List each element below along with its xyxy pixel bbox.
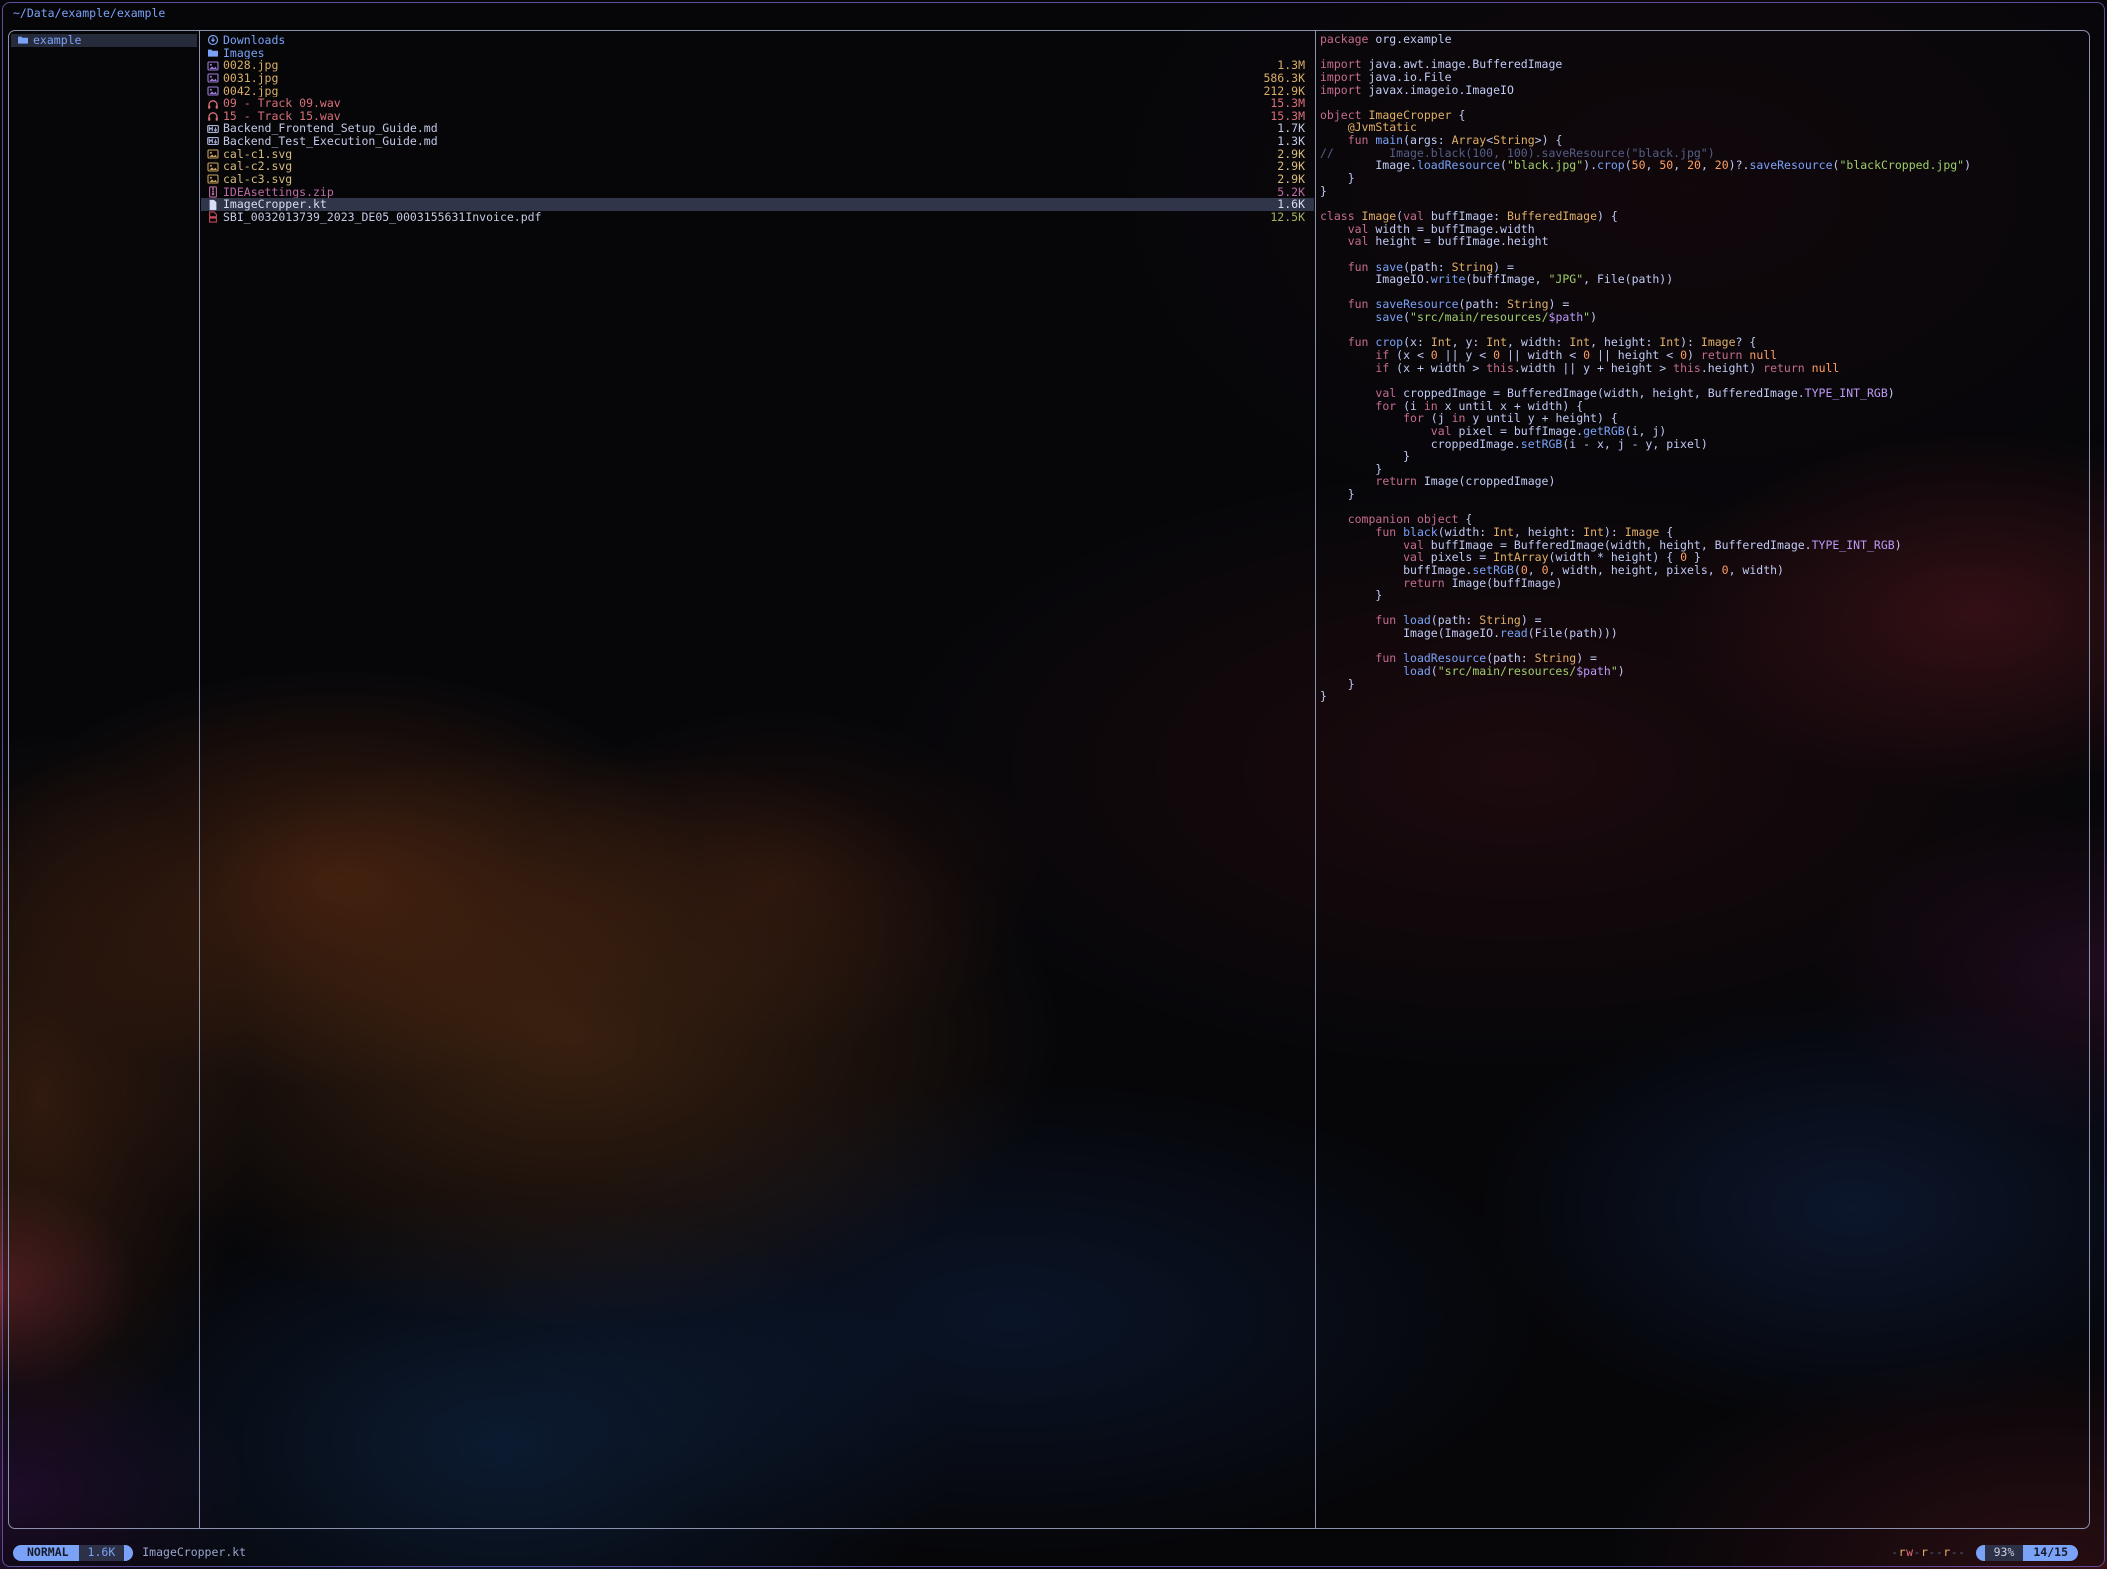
file-row[interactable]: Backend_Test_Execution_Guide.md 1.3K [201,135,1314,148]
audio-icon [207,98,219,110]
breadcrumb-path: ~/Data/example/example [13,7,165,20]
code-line: } [1320,678,2083,691]
file-size: 586.3K [1263,72,1305,85]
pill-cap-icon [124,1545,133,1561]
folder-icon [207,47,219,59]
file-row[interactable]: 15 - Track 15.wav15.3M [201,110,1314,123]
code-line: } [1320,488,2083,501]
markdown-icon [207,123,219,135]
file-size: 1.3K [1277,135,1305,148]
scroll-percent: 93% [1985,1545,2024,1561]
code-line: } [1320,690,2083,703]
file-icon [207,199,219,211]
code-line: ImageIO.write(buffImage, "JPG", File(pat… [1320,273,2083,286]
code-line: package org.example [1320,33,2083,46]
archive-icon [207,186,219,198]
code-line: } [1320,172,2083,185]
code-line: save("src/main/resources/$path") [1320,311,2083,324]
pane-separator-right [1315,31,1316,1528]
code-line: return Image(croppedImage) [1320,475,2083,488]
file-name: cal-c1.svg [223,148,292,161]
file-row[interactable]: 0031.jpg 586.3K [201,72,1314,85]
file-name: 0042.jpg [223,85,278,98]
image-icon [207,161,219,173]
current-filename: ImageCropper.kt [142,1546,246,1559]
file-row[interactable]: Downloads [201,34,1314,47]
code-line: Image.loadResource("black.jpg").crop(50,… [1320,159,2083,172]
code-line: croppedImage.setRGB(i - x, j - y, pixel) [1320,438,2083,451]
code-line: val height = buffImage.height [1320,235,2083,248]
file-name: Images [223,47,265,60]
file-row[interactable]: Backend_Frontend_Setup_Guide.md1.7K [201,122,1314,135]
code-line: load("src/main/resources/$path") [1320,665,2083,678]
file-name: SBI_0032013739_2023_DE05_0003155631Invoi… [223,211,542,224]
file-name: IDEAsettings.zip [223,186,334,199]
screen: ~/Data/example/example example Downloads… [0,0,2107,1569]
code-line: } [1320,450,2083,463]
status-bar: NORMAL 1.6K ImageCropper.kt -rw-r--r-- 9… [13,1544,2078,1561]
mode-indicator: NORMAL [13,1545,79,1561]
code-line: return Image(buffImage) [1320,577,2083,590]
file-list-pane: DownloadsImages0028.jpg1.3M0031.jpg 586.3… [201,34,1314,224]
file-row[interactable]: cal-c2.svg2.9K [201,160,1314,173]
download-icon [207,34,219,46]
pane-separator-left [199,31,200,1528]
image-icon [207,173,219,185]
file-name: Backend_Test_Execution_Guide.md [223,135,438,148]
file-row[interactable]: example [11,34,197,47]
terminal-window: ~/Data/example/example example Downloads… [2,2,2105,1567]
image-icon [207,72,219,84]
code-line: if (x + width > this.width || y + height… [1320,362,2083,375]
file-name: 0031.jpg [223,72,278,85]
cursor-position: 14/15 [2023,1545,2078,1561]
file-name: cal-c3.svg [223,173,292,186]
file-size: 12.5K [1270,211,1305,224]
file-row[interactable]: 09 - Track 09.wav 15.3M [201,97,1314,110]
image-icon [207,85,219,97]
file-row[interactable]: 0042.jpg212.9K [201,85,1314,98]
file-name: 15 - Track 15.wav [223,110,341,123]
status-left: NORMAL 1.6K ImageCropper.kt [13,1545,246,1561]
file-name: 09 - Track 09.wav [223,97,341,110]
folder-icon [17,34,29,46]
file-name: Downloads [223,34,285,47]
image-icon [207,60,219,72]
code-line: } [1320,589,2083,602]
audio-icon [207,110,219,122]
pill-cap-icon [1976,1545,1985,1561]
file-row[interactable]: SBI_0032013739_2023_DE05_0003155631Invoi… [201,211,1314,224]
status-right: -rw-r--r-- 93% 14/15 [1891,1545,2078,1561]
file-name: cal-c2.svg [223,160,292,173]
file-name: Backend_Frontend_Setup_Guide.md [223,122,438,135]
permissions-text: -rw-r--r-- [1891,1546,1965,1559]
code-line: import javax.imageio.ImageIO [1320,84,2083,97]
code-line: object ImageCropper { [1320,109,2083,122]
file-name: ImageCropper.kt [223,198,327,211]
image-icon [207,148,219,160]
code-preview-pane: package org.example import java.awt.imag… [1320,33,2083,703]
file-row[interactable]: Images [201,47,1314,60]
file-row[interactable]: cal-c3.svg 2.9K [201,173,1314,186]
file-name: example [33,34,81,47]
parent-directory-pane: example [11,34,197,47]
file-row[interactable]: cal-c1.svg2.9K [201,148,1314,161]
code-line: } [1320,185,2083,198]
file-name: 0028.jpg [223,59,278,72]
file-size: 2.9K [1277,173,1305,186]
pdf-icon [207,211,219,223]
code-line: Image(ImageIO.read(File(path))) [1320,627,2083,640]
panes-container: example DownloadsImages0028.jpg1.3M0031.… [8,30,2090,1529]
file-size: 15.3M [1270,97,1305,110]
markdown-icon [207,135,219,147]
file-row[interactable]: ImageCropper.kt1.6K [201,198,1314,211]
file-size-indicator: 1.6K [79,1545,125,1561]
file-row[interactable]: IDEAsettings.zip5.2K [201,186,1314,199]
file-row[interactable]: 0028.jpg1.3M [201,59,1314,72]
